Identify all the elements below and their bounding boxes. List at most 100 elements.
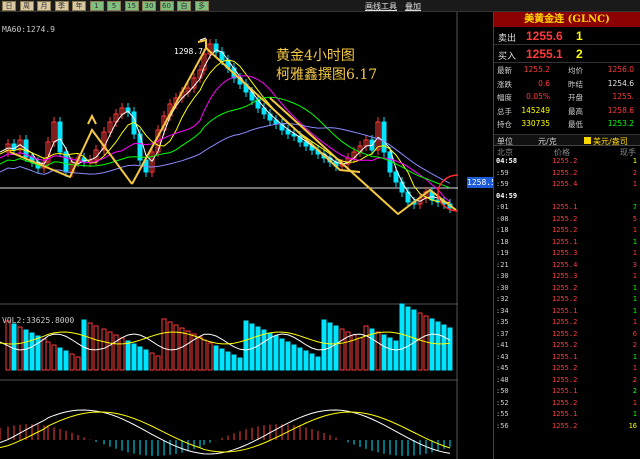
tick-time: :55 xyxy=(496,410,509,418)
tick-price: 1255.4 xyxy=(552,260,578,269)
volume-bar xyxy=(45,341,51,371)
toolbar-button[interactable]: 15 xyxy=(124,1,139,11)
volume-bar xyxy=(149,352,155,371)
tick-time: :52 xyxy=(496,398,509,407)
annotation-author: 柯雅鑫撰图6.17 xyxy=(276,67,378,83)
tick-list[interactable]: 04:58 1255.2 1:59 1255.2 2:59 1255.4 1 04:59:01… xyxy=(494,156,640,432)
quote-label: 最低 xyxy=(568,120,583,129)
volume-bar xyxy=(143,349,149,371)
tick-volume: 2 xyxy=(632,341,637,349)
tick-row: :08 1255.2 5 xyxy=(494,214,640,226)
tick-price: 1255.2 xyxy=(552,283,578,292)
toolbar-button[interactable]: 月 xyxy=(37,1,51,11)
volume-bar xyxy=(315,356,321,371)
quote-value: 0.05% xyxy=(526,92,550,101)
tick-price: 1255.2 xyxy=(552,329,578,338)
tick-row: :37 1255.2 6 xyxy=(494,329,640,341)
tick-time: :34 xyxy=(496,306,509,315)
checkbox-icon[interactable] xyxy=(584,137,591,144)
candlestick-chart[interactable] xyxy=(0,12,458,459)
tick-price: 1255.2 xyxy=(552,226,578,234)
quote-label: 最新 xyxy=(497,66,512,75)
volume-bar xyxy=(435,321,441,371)
volume-bar xyxy=(131,343,137,371)
toolbar-button[interactable]: 5 xyxy=(107,1,121,11)
tick-row: :34 1255.1 1 xyxy=(494,306,640,318)
tick-columns: 北京 价格 现手 xyxy=(494,146,640,157)
volume-bar xyxy=(309,353,315,371)
peak-price-label: 1298.7 xyxy=(174,47,203,56)
tick-time: :43 xyxy=(496,352,509,361)
macd-signal-line xyxy=(0,411,451,453)
tick-volume: 1 xyxy=(632,272,637,280)
sell-qty: 1 xyxy=(576,29,583,43)
toolbar-button[interactable]: 周 xyxy=(19,1,34,11)
chart-area[interactable]: MA60:1274.9 VOL2:33625.8000 1298.7 黄金4小时… xyxy=(0,12,458,459)
quote-label: 昨结 xyxy=(568,79,583,89)
volume-bar xyxy=(161,318,167,371)
volume-bar xyxy=(297,347,303,371)
volume-bar xyxy=(107,331,113,371)
toolbar-button[interactable]: 1 xyxy=(89,1,104,11)
volume-bar xyxy=(219,348,225,371)
volume-bar xyxy=(51,344,57,371)
volume-bar xyxy=(321,319,327,371)
toolbar-button[interactable]: 30 xyxy=(142,1,156,11)
tick-time: :41 xyxy=(496,341,509,349)
volume-bar xyxy=(93,325,99,371)
tick-price: 1255.2 xyxy=(552,421,578,430)
volume-bar xyxy=(279,338,285,371)
volume-bar xyxy=(393,340,399,371)
toolbar-link1[interactable]: 画线工具 xyxy=(365,1,397,12)
volume-bar xyxy=(23,329,29,371)
annotation-title: 黄金4小时图 xyxy=(276,48,355,64)
toolbar-button[interactable]: 自 xyxy=(177,1,191,11)
tick-time: :48 xyxy=(496,375,509,384)
volume-bar xyxy=(197,336,203,371)
toolbar-button[interactable]: 60 xyxy=(159,1,174,11)
tick-volume: 1 xyxy=(632,283,637,292)
toolbar-button[interactable]: 多 xyxy=(194,1,209,11)
tick-price: 1255.2 xyxy=(552,295,578,303)
tick-row: :30 1255.3 1 xyxy=(494,271,640,283)
quote-value: 1256.0 xyxy=(607,65,634,74)
tick-volume: 1 xyxy=(632,249,637,257)
volume-bar xyxy=(399,303,405,371)
sell-row[interactable]: 卖出 1255.6 1 xyxy=(494,27,640,45)
volume-bar xyxy=(57,347,63,371)
tick-time: :56 xyxy=(496,421,509,430)
volume-bar xyxy=(167,321,173,371)
toolbar-button[interactable]: 日 xyxy=(2,1,16,11)
buy-row[interactable]: 买入 1255.1 2 xyxy=(494,45,640,63)
quote-label: 持仓 xyxy=(497,120,512,129)
tick-price: 1255.1 xyxy=(552,306,578,315)
volume-bar xyxy=(405,306,411,371)
tick-price: 1255.4 xyxy=(552,180,578,188)
buy-qty: 2 xyxy=(576,47,583,61)
tick-row: 04:59 xyxy=(494,191,640,203)
tick-price: 1255.2 xyxy=(552,318,578,326)
tick-row: 04:58 1255.2 1 xyxy=(494,156,640,168)
toolbar-button[interactable]: 年 xyxy=(72,1,86,11)
tick-row: :35 1255.2 1 xyxy=(494,317,640,329)
volume-bar xyxy=(441,324,447,371)
tick-price: 1255.1 xyxy=(552,352,578,361)
toolbar-button[interactable]: 季 xyxy=(54,1,69,11)
tick-time: 04:58 xyxy=(496,157,518,165)
tick-time: :32 xyxy=(496,295,509,303)
current-price-tag: 1258.5 xyxy=(467,177,496,188)
tick-time: :08 xyxy=(496,214,509,223)
volume-bar xyxy=(423,315,429,371)
volume-bar xyxy=(225,351,231,371)
tick-time: :30 xyxy=(496,272,509,280)
tick-volume: 1 xyxy=(632,398,637,407)
tick-row: :45 1255.2 1 xyxy=(494,363,640,375)
toolbar-link2[interactable]: 叠加 xyxy=(405,1,421,12)
volume-bar xyxy=(285,341,291,371)
tick-time: :21 xyxy=(496,260,509,269)
tick-price: 1255.1 xyxy=(552,237,578,246)
quote-grid: 最新 1255.2 均价 1256.0 涨跌 0.6 昨结 1254.6 幅度 0.05% 开盘 12… xyxy=(494,63,640,135)
tick-row: :52 1255.2 1 xyxy=(494,398,640,410)
tick-row: :50 1255.1 2 xyxy=(494,386,640,398)
tick-time: :19 xyxy=(496,249,509,257)
